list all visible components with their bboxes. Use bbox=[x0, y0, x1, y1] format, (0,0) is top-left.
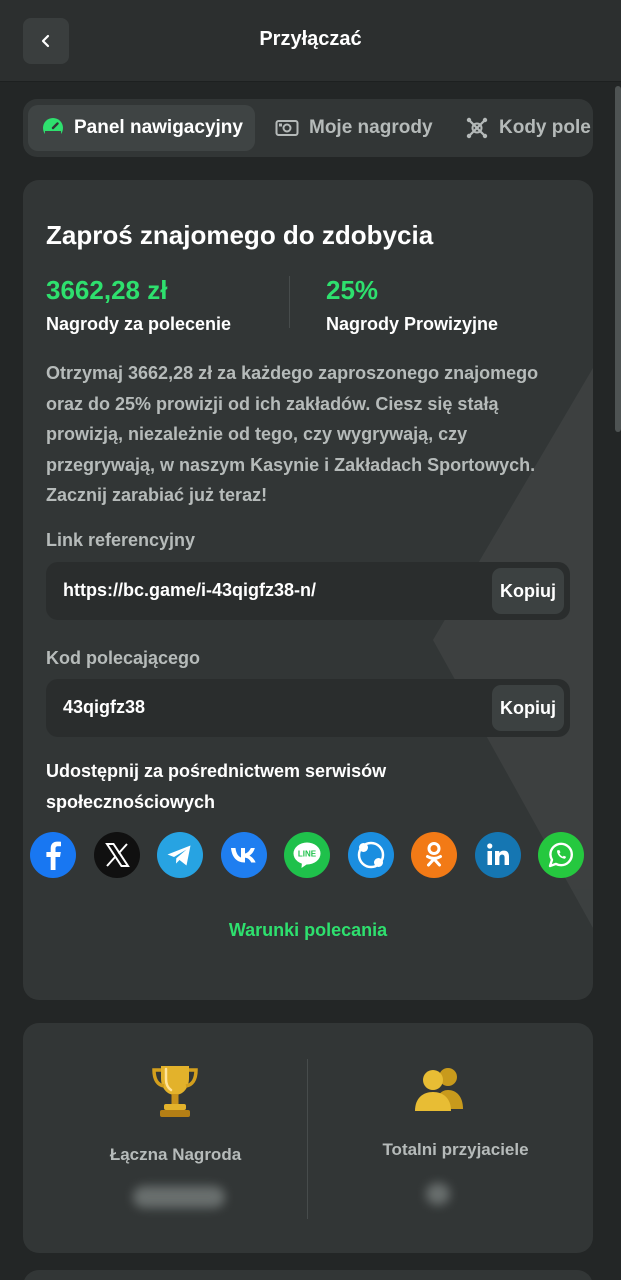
referral-reward-label: Nagrody za polecenie bbox=[46, 314, 232, 334]
tab-kody-polecajace[interactable]: Kody pole bbox=[465, 105, 591, 151]
tab-bar: Panel nawigacyjny Moje nagrody Kody pole bbox=[23, 99, 593, 157]
tab-label: Moje nagrody bbox=[309, 117, 433, 138]
next-card bbox=[23, 1270, 593, 1280]
total-friends-value-hidden bbox=[426, 1183, 450, 1205]
share-label: Udostępnij za pośrednictwem serwisów spo… bbox=[46, 761, 387, 812]
referral-reward-value: 3662,28 zł bbox=[46, 275, 168, 305]
whatsapp-icon bbox=[548, 842, 573, 868]
skype-share-button[interactable]: S bbox=[347, 832, 394, 878]
total-friends-label: Totalni przyjaciele bbox=[382, 1140, 529, 1159]
page-title: Przyłączać bbox=[259, 28, 362, 50]
referral-terms-link[interactable]: Warunki polecania bbox=[23, 920, 593, 941]
total-reward-value-hidden bbox=[133, 1186, 225, 1208]
copy-code-button[interactable]: Kopiuj bbox=[492, 685, 564, 731]
referral-link-label: Link referencyjny bbox=[46, 530, 196, 550]
commission-value: 25% bbox=[326, 275, 379, 305]
x-share-button[interactable] bbox=[93, 832, 140, 878]
svg-text:S: S bbox=[365, 848, 376, 865]
cash-icon bbox=[275, 120, 299, 136]
referral-summary-card: Łączna Nagroda Totalni przyjaciele bbox=[23, 1023, 593, 1253]
total-reward-label: Łączna Nagroda bbox=[109, 1145, 242, 1164]
stat-divider bbox=[289, 276, 290, 328]
dashboard-icon bbox=[43, 118, 63, 139]
commission-label: Nagrody Prowizyjne bbox=[326, 314, 499, 334]
referral-code-label: Kod polecającego bbox=[46, 648, 201, 668]
referral-code-field[interactable]: 43qigfz38 Kopiuj bbox=[46, 679, 570, 737]
top-bar: Przyłączać bbox=[0, 0, 621, 82]
tab-panel-nawigacyjny[interactable]: Panel nawigacyjny bbox=[28, 105, 255, 151]
odnoklassniki-share-button[interactable] bbox=[411, 832, 457, 878]
invite-description: Otrzymaj 3662,28 zł za każdego zaproszon… bbox=[46, 363, 539, 505]
social-share-row: LINE S bbox=[30, 832, 590, 878]
invite-title: Zaproś znajomego do zdobycia bbox=[46, 220, 434, 250]
trophy-icon bbox=[152, 1066, 198, 1117]
referral-link-value: https://bc.game/i-43qigfz38-n/ bbox=[63, 580, 317, 600]
invite-card: Zaproś znajomego do zdobycia 3662,28 zł … bbox=[23, 180, 593, 1000]
telegram-icon bbox=[167, 845, 191, 866]
linkedin-icon bbox=[486, 843, 509, 865]
odnoklassniki-icon bbox=[426, 842, 442, 867]
referral-link-field[interactable]: https://bc.game/i-43qigfz38-n/ Kopiuj bbox=[46, 562, 570, 620]
tab-moje-nagrody[interactable]: Moje nagrody bbox=[275, 105, 433, 151]
x-icon bbox=[104, 843, 130, 867]
summary-divider bbox=[307, 1059, 308, 1219]
referral-code-value: 43qigfz38 bbox=[63, 697, 146, 717]
tab-label: Kody pole bbox=[499, 117, 591, 138]
facebook-share-button[interactable] bbox=[30, 832, 76, 878]
tab-label: Panel nawigacyjny bbox=[74, 117, 243, 138]
linkedin-share-button[interactable] bbox=[474, 832, 521, 878]
facebook-icon bbox=[46, 841, 61, 870]
vk-share-button[interactable] bbox=[220, 832, 267, 878]
code-icon bbox=[466, 117, 488, 139]
skype-icon: S bbox=[357, 841, 384, 869]
line-share-button[interactable]: LINE bbox=[284, 832, 330, 878]
scrollbar[interactable] bbox=[615, 86, 621, 432]
svg-text:LINE: LINE bbox=[298, 850, 317, 859]
vk-icon bbox=[230, 848, 256, 863]
whatsapp-share-button[interactable] bbox=[538, 832, 584, 878]
copy-link-button[interactable]: Kopiuj bbox=[492, 568, 564, 614]
friends-icon bbox=[415, 1068, 463, 1111]
telegram-share-button[interactable] bbox=[157, 832, 203, 878]
line-icon: LINE bbox=[293, 842, 321, 868]
